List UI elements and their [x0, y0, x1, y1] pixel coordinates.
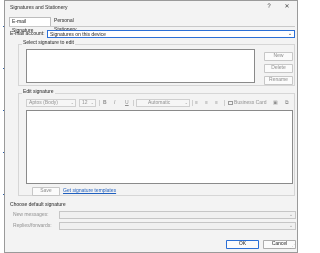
- align-right-icon[interactable]: ≡: [215, 99, 218, 107]
- default-signature-heading: Choose default signature: [10, 202, 66, 208]
- underline-button[interactable]: U: [125, 99, 129, 107]
- chevron-down-icon: ⌄: [70, 100, 74, 105]
- signature-list[interactable]: [26, 49, 255, 83]
- font-color-value: Automatic: [148, 100, 171, 106]
- font-select[interactable]: Aptos (Body) ⌄: [26, 99, 76, 107]
- email-account-value: Signatures on this device: [50, 32, 106, 38]
- replies-forwards-select[interactable]: ⌄: [59, 222, 296, 230]
- font-color-select[interactable]: Automatic ⌄: [136, 99, 190, 107]
- font-value: Aptos (Body): [29, 100, 58, 106]
- rename-signature-button[interactable]: Rename: [264, 76, 293, 85]
- chevron-down-icon: ⌄: [288, 223, 294, 229]
- tab-divider: [9, 26, 295, 27]
- insert-hyperlink-icon[interactable]: ⧉: [285, 99, 289, 107]
- chevron-down-icon: ⌄: [184, 100, 188, 105]
- business-card-icon: [228, 100, 233, 105]
- chevron-down-icon: ⌄: [288, 212, 294, 218]
- chevron-down-icon: ⌄: [90, 100, 94, 105]
- new-messages-select[interactable]: ⌄: [59, 211, 296, 219]
- replies-forwards-label: Replies/forwards:: [13, 223, 52, 229]
- delete-signature-button[interactable]: Delete: [264, 64, 293, 73]
- bold-button[interactable]: B: [103, 99, 107, 107]
- font-size-value: 12: [82, 100, 88, 106]
- toolbar-separator: [224, 100, 225, 106]
- save-button[interactable]: Save: [32, 187, 60, 196]
- toolbar-separator: [133, 100, 134, 106]
- select-signature-heading: Select signature to edit: [22, 40, 75, 46]
- align-center-icon[interactable]: ≡: [205, 99, 208, 107]
- align-left-icon[interactable]: ≡: [195, 99, 198, 107]
- tab-email-signature[interactable]: E-mail Signature: [9, 17, 51, 34]
- edit-signature-heading: Edit signature: [22, 89, 55, 95]
- close-button[interactable]: ✕: [281, 3, 293, 12]
- new-messages-label: New messages:: [13, 212, 49, 218]
- new-signature-button[interactable]: New: [264, 52, 293, 61]
- help-button[interactable]: ?: [263, 3, 275, 12]
- title-bar: Signatures and Stationery ? ✕: [5, 1, 297, 14]
- toolbar-separator: [99, 100, 100, 106]
- ok-button[interactable]: OK: [226, 240, 259, 249]
- business-card-button[interactable]: Business Card: [228, 99, 267, 107]
- signatures-dialog: Signatures and Stationery ? ✕ E-mail Sig…: [4, 0, 298, 253]
- dialog-title: Signatures and Stationery: [10, 5, 68, 11]
- email-account-label: E-mail account:: [10, 31, 45, 37]
- signature-editor[interactable]: [26, 110, 293, 184]
- chevron-down-icon: ⌄: [287, 31, 293, 37]
- tab-personal-stationery[interactable]: Personal Stationery: [52, 17, 98, 33]
- font-size-select[interactable]: 12 ⌄: [79, 99, 96, 107]
- insert-picture-icon[interactable]: ▣: [273, 99, 278, 107]
- toolbar-separator: [192, 100, 193, 106]
- get-templates-link[interactable]: Get signature templates: [63, 188, 116, 194]
- resize-grip-icon[interactable]: ⋰: [290, 244, 295, 250]
- email-account-select[interactable]: Signatures on this device ⌄: [47, 30, 295, 38]
- italic-button[interactable]: I: [114, 99, 115, 107]
- business-card-label: Business Card: [234, 100, 267, 106]
